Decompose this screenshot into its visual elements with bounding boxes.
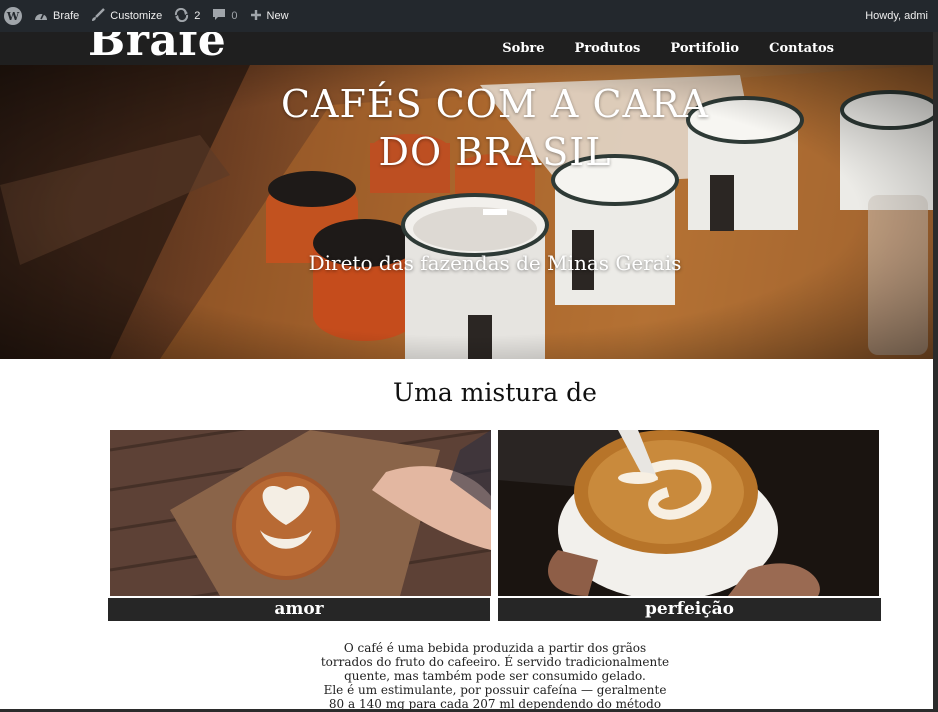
wordpress-logo-icon: W bbox=[4, 7, 22, 25]
nav-produtos[interactable]: Produtos bbox=[575, 41, 641, 56]
main-nav: Sobre Produtos Portifolio Contatos bbox=[472, 32, 938, 65]
updates-count: 2 bbox=[194, 10, 201, 22]
coffee-description: O café é uma bebida produzida a partir d… bbox=[320, 641, 670, 711]
comments-count: 0 bbox=[231, 10, 238, 22]
section-title: Uma mistura de bbox=[393, 378, 597, 407]
description-line-2: torrados do fruto do cafeeiro. É servido… bbox=[320, 655, 670, 669]
card-label-perfeicao: perfeição bbox=[498, 598, 881, 621]
customize-link[interactable]: Customize bbox=[85, 0, 168, 32]
site-name-label: Brafe bbox=[53, 10, 80, 22]
description-line-1: O café é uma bebida produzida a partir d… bbox=[343, 641, 647, 655]
comments-link[interactable]: 0 bbox=[206, 0, 243, 32]
hero-title-line-2: DO BRASIL bbox=[378, 129, 612, 174]
hero-subtitle: Direto das fazendas de Minas Gerais bbox=[308, 251, 682, 275]
comment-icon bbox=[212, 8, 226, 24]
hero-banner: CAFÉS COM A CARA DO BRASIL Direto das fa… bbox=[0, 65, 933, 359]
plus-icon bbox=[250, 9, 262, 24]
description-line-4: Ele é um estimulante, por possuir cafeín… bbox=[323, 683, 667, 697]
hero-title: CAFÉS COM A CARA DO BRASIL bbox=[0, 81, 933, 176]
hero-divider bbox=[483, 209, 507, 215]
nav-sobre[interactable]: Sobre bbox=[502, 41, 544, 56]
dashboard-icon bbox=[34, 9, 48, 24]
new-label: New bbox=[266, 10, 289, 22]
brush-icon bbox=[91, 7, 106, 25]
site-name-link[interactable]: Brafe bbox=[28, 0, 85, 32]
window-edge-right bbox=[933, 32, 938, 712]
site-header: Brafe Sobre Produtos Portifolio Contatos bbox=[0, 32, 938, 65]
new-content-link[interactable]: New bbox=[244, 0, 295, 32]
description-line-3: quente, mas também pode ser consumido ge… bbox=[344, 669, 646, 683]
site-title[interactable]: Brafe bbox=[88, 32, 226, 65]
nav-contatos[interactable]: Contatos bbox=[769, 41, 834, 56]
howdy-label: Howdy, admi bbox=[865, 10, 928, 22]
latte-art-image-perfeicao bbox=[498, 430, 879, 596]
customize-label: Customize bbox=[110, 10, 163, 22]
admin-bar: W Brafe Customize 2 0 New Howdy, admi bbox=[0, 0, 938, 32]
hero-title-line-1: CAFÉS COM A CARA bbox=[280, 82, 710, 126]
latte-art-image-amor bbox=[110, 430, 491, 596]
card-label-amor: amor bbox=[108, 598, 490, 621]
nav-portifolio[interactable]: Portifolio bbox=[670, 41, 739, 56]
updates-link[interactable]: 2 bbox=[168, 0, 206, 32]
refresh-icon bbox=[174, 7, 189, 25]
my-account-link[interactable]: Howdy, admi bbox=[859, 0, 934, 32]
wordpress-menu[interactable]: W bbox=[0, 0, 28, 32]
